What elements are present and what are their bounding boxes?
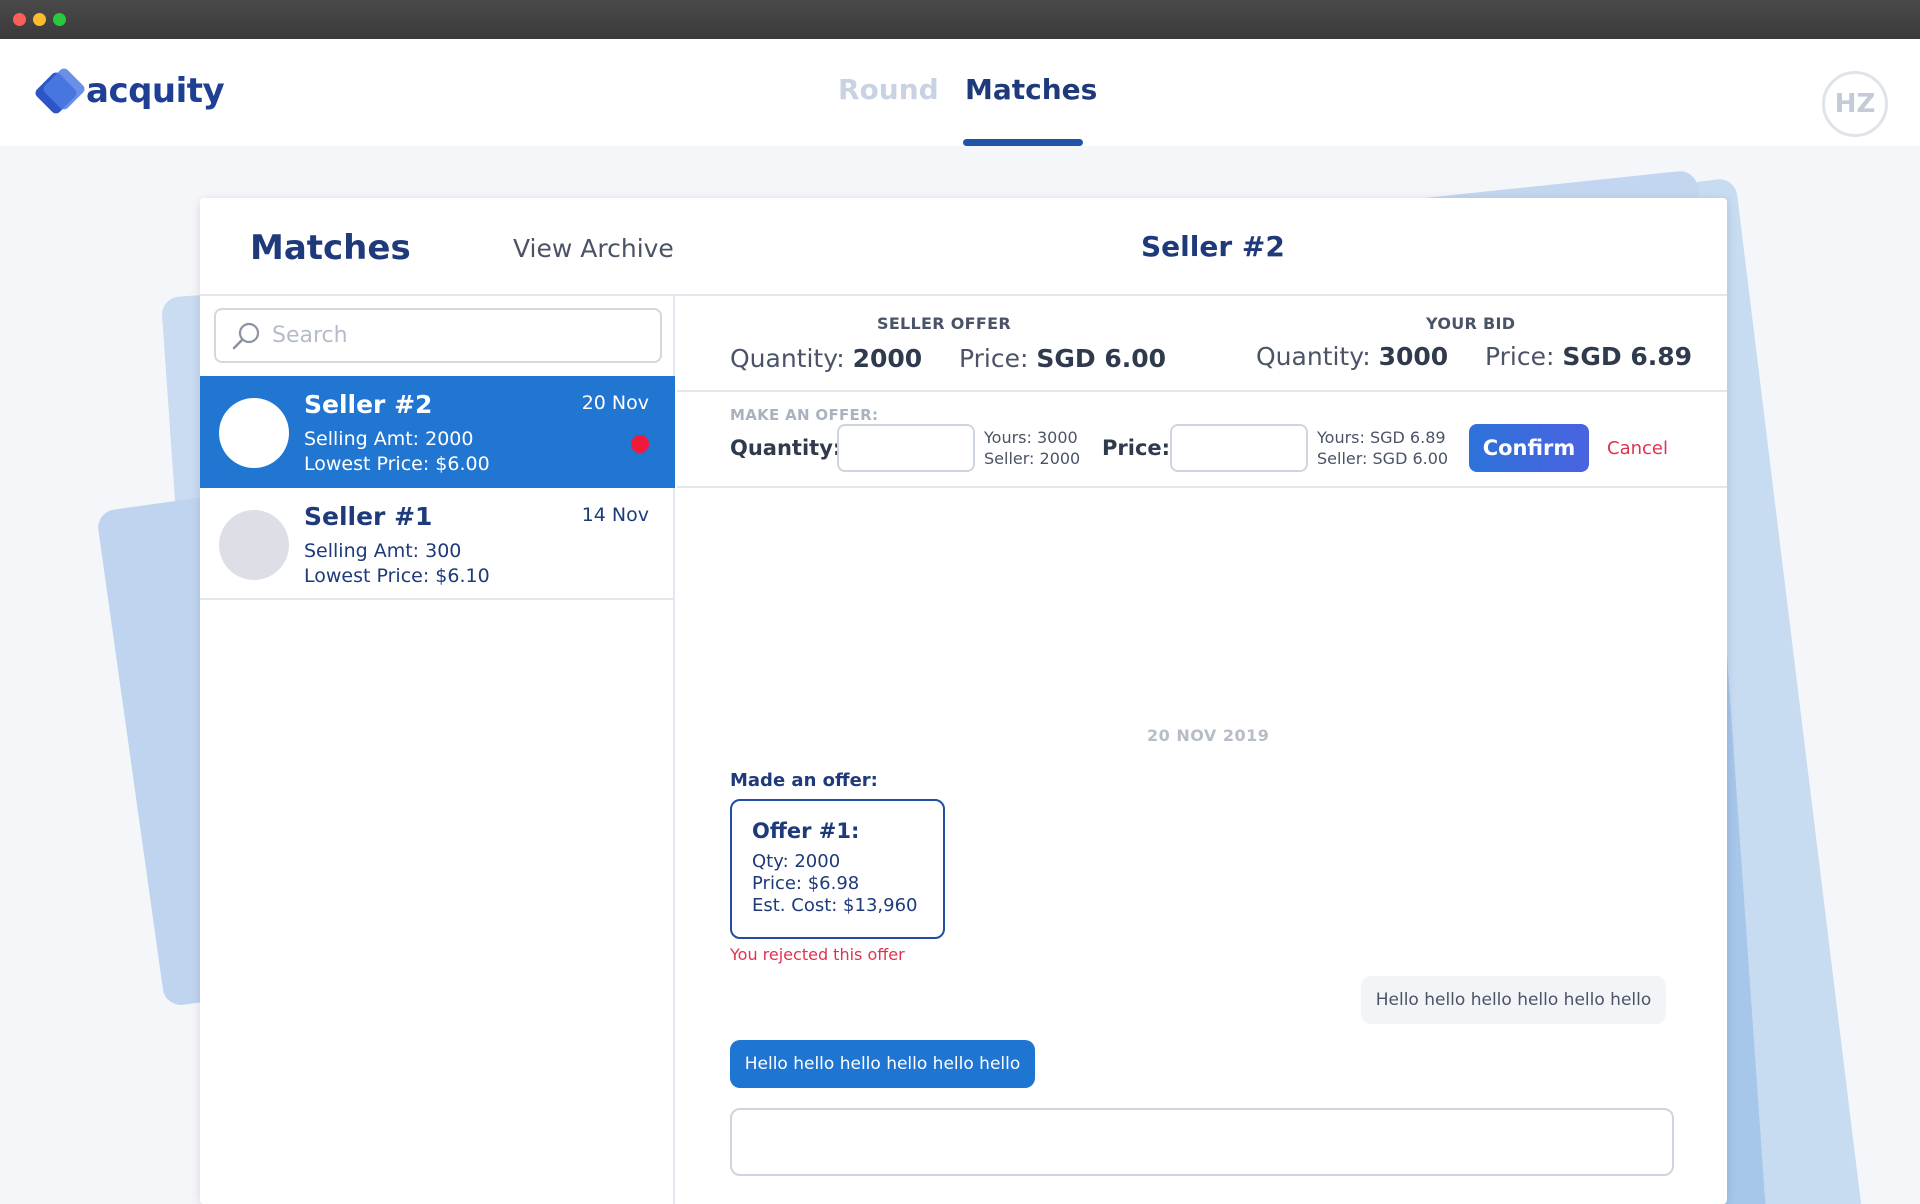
- offer-summary: SELLER OFFER Quantity: 2000 Price: SGD 6…: [677, 296, 1727, 392]
- top-header: acquity Round Matches HZ: [0, 39, 1920, 146]
- matches-sidebar: Search Seller #2 20 Nov Selling Amt: 200…: [200, 296, 675, 1204]
- list-item-seller-2[interactable]: Seller #2 20 Nov Selling Amt: 2000 Lowes…: [200, 376, 675, 488]
- outgoing-message: Hello hello hello hello hello hello: [730, 1040, 1035, 1088]
- search-placeholder: Search: [272, 323, 348, 348]
- price-yours-hint: Yours: SGD 6.89: [1317, 428, 1446, 447]
- offer-status-text: You rejected this offer: [730, 945, 905, 964]
- view-archive-link[interactable]: View Archive: [513, 234, 674, 263]
- bid-price: Price: SGD 6.89: [1485, 342, 1693, 371]
- conversation-title: Seller #2: [1141, 230, 1285, 263]
- conversation-pane: SELLER OFFER Quantity: 2000 Price: SGD 6…: [677, 296, 1727, 1204]
- seller-name: Seller #2: [304, 390, 433, 419]
- quantity-label: Quantity:: [730, 436, 842, 460]
- avatar: [219, 510, 289, 580]
- user-avatar[interactable]: HZ: [1822, 71, 1888, 137]
- selling-amount: Selling Amt: 2000: [304, 428, 474, 450]
- seller-quantity: Quantity: 2000: [730, 344, 923, 373]
- cancel-button[interactable]: Cancel: [1607, 438, 1668, 459]
- seller-offer-label: SELLER OFFER: [877, 314, 1011, 333]
- search-icon: [232, 322, 260, 350]
- bid-quantity: Quantity: 3000: [1256, 342, 1449, 371]
- confirm-button[interactable]: Confirm: [1469, 424, 1589, 472]
- minimize-window-button[interactable]: [33, 13, 46, 26]
- make-offer-form: MAKE AN OFFER: Quantity: Yours: 3000 Sel…: [677, 392, 1727, 488]
- incoming-message: Hello hello hello hello hello hello: [1361, 976, 1666, 1024]
- maximize-window-button[interactable]: [53, 13, 66, 26]
- tab-round[interactable]: Round: [838, 73, 939, 106]
- offer-title: Offer #1:: [752, 819, 860, 843]
- quantity-seller-hint: Seller: 2000: [984, 449, 1081, 468]
- chat-date-separator: 20 NOV 2019: [1147, 726, 1270, 745]
- match-date: 14 Nov: [581, 504, 649, 526]
- lowest-price: Lowest Price: $6.10: [304, 565, 490, 587]
- acquity-logo[interactable]: acquity: [33, 66, 225, 116]
- logo-icon: [33, 66, 87, 116]
- tab-matches[interactable]: Matches: [965, 73, 1097, 106]
- page-title: Matches: [250, 228, 411, 268]
- message-input[interactable]: [730, 1108, 1674, 1176]
- search-input[interactable]: Search: [214, 308, 662, 363]
- avatar: [219, 398, 289, 468]
- unread-indicator: [631, 435, 649, 453]
- close-window-button[interactable]: [13, 13, 26, 26]
- matches-panel: Matches View Archive Seller #2 Search Se…: [200, 198, 1727, 1204]
- made-offer-label: Made an offer:: [730, 770, 878, 791]
- window-titlebar: [0, 0, 1920, 39]
- your-bid-label: YOUR BID: [1426, 314, 1516, 333]
- make-offer-label: MAKE AN OFFER:: [730, 406, 879, 424]
- quantity-input[interactable]: [837, 424, 975, 472]
- price-seller-hint: Seller: SGD 6.00: [1317, 449, 1449, 468]
- offer-card[interactable]: Offer #1: Qty: 2000 Price: $6.98 Est. Co…: [730, 799, 945, 939]
- panel-header: Matches View Archive Seller #2: [200, 198, 1727, 296]
- seller-name: Seller #1: [304, 502, 433, 531]
- logo-text: acquity: [86, 71, 225, 111]
- offer-qty: Qty: 2000: [752, 851, 841, 872]
- active-tab-indicator: [963, 139, 1083, 146]
- selling-amount: Selling Amt: 300: [304, 540, 462, 562]
- seller-price: Price: SGD 6.00: [959, 344, 1167, 373]
- quantity-yours-hint: Yours: 3000: [984, 428, 1078, 447]
- list-item-seller-1[interactable]: Seller #1 14 Nov Selling Amt: 300 Lowest…: [200, 488, 675, 600]
- offer-est-cost: Est. Cost: $13,960: [752, 895, 918, 916]
- price-label: Price:: [1102, 436, 1171, 460]
- offer-price: Price: $6.98: [752, 873, 860, 894]
- match-date: 20 Nov: [581, 392, 649, 414]
- lowest-price: Lowest Price: $6.00: [304, 453, 490, 475]
- price-input[interactable]: [1170, 424, 1308, 472]
